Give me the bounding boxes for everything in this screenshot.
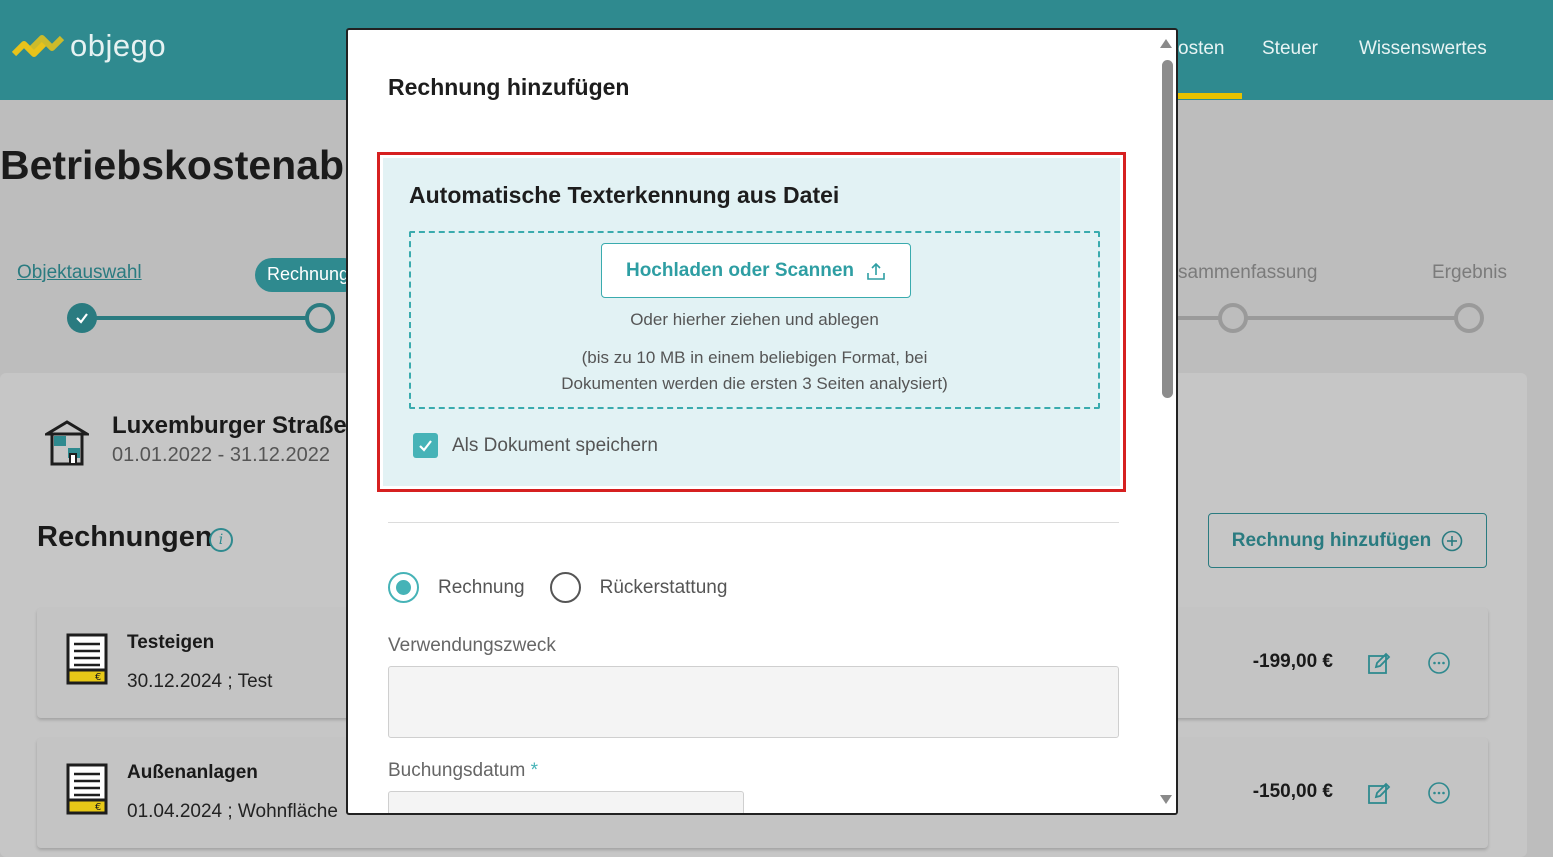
upload-button-label: Hochladen oder Scannen (625, 259, 855, 281)
plus-circle-icon (1441, 530, 1463, 551)
purpose-input[interactable] (388, 666, 1119, 738)
edit-icon[interactable] (1367, 782, 1391, 806)
step-active-node (305, 303, 335, 333)
add-invoice-modal: Rechnung hinzufügen Automatische Texterk… (346, 28, 1178, 815)
svg-text:€: € (95, 802, 101, 813)
step-ergebnis: Ergebnis (1432, 262, 1507, 283)
radio-rueckerstattung[interactable] (549, 572, 581, 603)
purpose-label: Verwendungszweck (388, 635, 556, 656)
objego-logo-icon (12, 35, 64, 57)
scroll-up-arrow-icon[interactable] (1160, 39, 1172, 48)
modal-scrollbar[interactable] (1158, 30, 1176, 813)
stepper-track-done (82, 316, 322, 320)
invoice-document-icon: € (66, 633, 108, 685)
brand-name: objego (70, 28, 167, 63)
page-title: Betriebskostenabre (0, 142, 383, 188)
modal-title: Rechnung hinzufügen (388, 74, 630, 100)
add-invoice-button[interactable]: Rechnung hinzufügen (1208, 513, 1487, 568)
invoice-document-icon: € (66, 763, 108, 815)
upload-limits-line-1: (bis zu 10 MB in einem beliebigen Format… (581, 348, 928, 367)
required-marker: * (530, 760, 539, 781)
more-options-icon[interactable] (1427, 651, 1451, 675)
house-icon (45, 420, 89, 466)
booking-date-input[interactable] (388, 791, 744, 813)
upload-or-scan-button[interactable]: Hochladen oder Scannen (601, 243, 911, 298)
step-objektauswahl[interactable]: Objektauswahl (17, 262, 142, 284)
booking-date-label-text: Buchungsdatum (388, 760, 526, 781)
step-done-check-icon (67, 303, 97, 333)
booking-date-label: Buchungsdatum * (388, 760, 538, 782)
ocr-section: Automatische Texterkennung aus Datei Hoc… (383, 158, 1120, 486)
more-options-icon[interactable] (1427, 781, 1451, 805)
invoice-subtitle: 30.12.2024 ; Test (127, 671, 273, 692)
scroll-down-arrow-icon[interactable] (1160, 795, 1172, 804)
save-as-document-checkbox[interactable] (413, 433, 438, 458)
object-name: Luxemburger Straße (112, 412, 347, 439)
invoice-amount: -199,00 € (1252, 651, 1333, 672)
step-pending-node (1218, 303, 1248, 333)
drop-hint: Oder hierher ziehen und ablegen (630, 310, 879, 329)
nav-item-wissenswertes[interactable]: Wissenswertes (1359, 38, 1487, 60)
radio-rechnung[interactable] (388, 572, 419, 603)
scroll-thumb[interactable] (1162, 60, 1173, 398)
object-period: 01.01.2022 - 31.12.2022 (112, 444, 330, 466)
edit-icon[interactable] (1367, 652, 1391, 676)
radio-rueckerstattung-label[interactable]: Rückerstattung (600, 577, 728, 599)
nav-item-kosten[interactable]: osten (1178, 38, 1224, 60)
upload-limits-line-2: Dokumenten werden die ersten 3 Seiten an… (561, 374, 948, 393)
checkmark-icon (419, 440, 432, 452)
invoices-section-title: Rechnungen (37, 521, 213, 553)
step-pending-node (1454, 303, 1484, 333)
nav-active-indicator (1176, 93, 1242, 99)
add-invoice-label: Rechnung hinzufügen (1231, 529, 1432, 551)
invoice-subtitle: 01.04.2024 ; Wohnfläche (127, 801, 338, 822)
upload-icon (867, 262, 885, 280)
file-dropzone[interactable]: Hochladen oder Scannen Oder hierher zieh… (409, 231, 1100, 409)
svg-text:€: € (95, 672, 101, 683)
save-as-document-label: Als Dokument speichern (452, 434, 658, 456)
invoice-title: Außenanlagen (127, 762, 258, 783)
ocr-section-highlight: Automatische Texterkennung aus Datei Hoc… (377, 152, 1126, 492)
invoice-type-radio-group: Rechnung Rückerstattung (388, 572, 727, 603)
brand-logo[interactable]: objego (12, 28, 166, 64)
radio-rechnung-label[interactable]: Rechnung (438, 577, 525, 599)
section-divider (388, 522, 1119, 523)
invoice-amount: -150,00 € (1252, 781, 1333, 802)
ocr-title: Automatische Texterkennung aus Datei (409, 182, 840, 208)
invoice-title: Testeigen (127, 632, 215, 653)
info-icon[interactable]: i (209, 528, 233, 552)
nav-item-steuer[interactable]: Steuer (1262, 38, 1318, 60)
save-as-document-option[interactable]: Als Dokument speichern (413, 433, 658, 458)
upload-limits-text: (bis zu 10 MB in einem beliebigen Format… (411, 345, 1098, 397)
step-zusammenfassung: sammenfassung (1178, 262, 1318, 283)
